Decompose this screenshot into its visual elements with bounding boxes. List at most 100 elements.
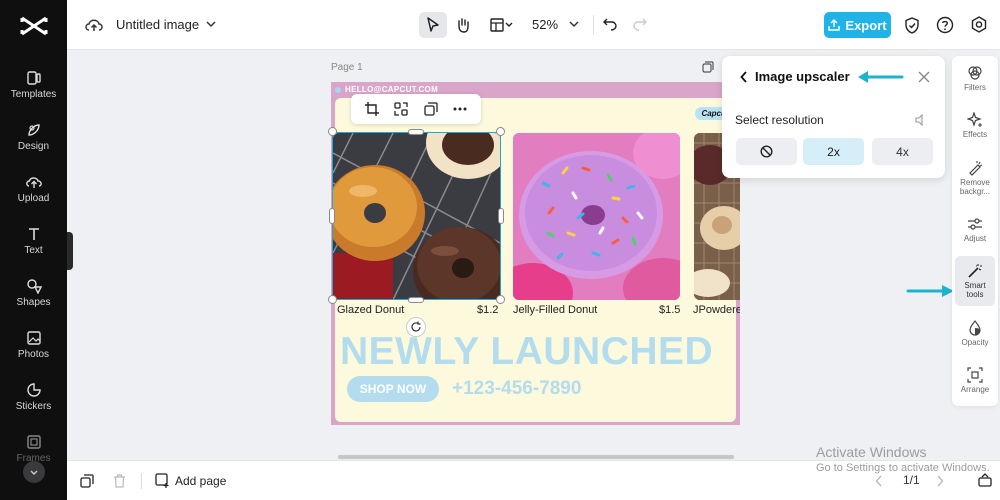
jelly-donut-photo[interactable] (513, 133, 680, 300)
smart-tools-tool[interactable]: Smart tools (955, 256, 995, 306)
sidebar-item-shapes[interactable]: Shapes (0, 278, 67, 326)
next-page-icon[interactable] (936, 475, 944, 487)
windows-activation-text: Go to Settings to activate Windows. (816, 462, 990, 474)
cloud-save-icon[interactable] (84, 16, 104, 34)
resolution-label: Select resolution (735, 113, 824, 127)
sidebar-item-design[interactable]: Design (0, 122, 67, 170)
email-text[interactable]: HELLO@CAPCUT.COM (345, 85, 438, 94)
add-page-button[interactable]: Add page (155, 473, 226, 488)
sidebar-item-text[interactable]: Text (0, 226, 67, 274)
right-toolbar: Filters Effects Remove backgr... Adjust … (952, 56, 998, 406)
sidebar-item-photos[interactable]: Photos (0, 330, 67, 378)
annotation-arrow-right-icon (906, 285, 954, 297)
page-counter: 1/1 (903, 473, 920, 487)
undo-icon[interactable] (603, 17, 617, 31)
help-icon[interactable] (936, 16, 954, 34)
product-name[interactable]: JPowdere (693, 304, 740, 316)
resize-handle[interactable] (328, 295, 337, 304)
resolution-none-button[interactable] (736, 138, 797, 165)
selection-box[interactable] (332, 132, 501, 300)
layout-tool-button[interactable] (485, 12, 519, 38)
tool-label: Effects (962, 130, 988, 139)
remove-background-tool[interactable]: Remove backgr... (955, 160, 995, 196)
effects-icon (967, 112, 982, 127)
floating-image-toolbar (351, 94, 481, 124)
expand-pages-icon[interactable] (978, 473, 992, 487)
tool-label: Filters (964, 83, 986, 92)
resize-handle[interactable] (498, 208, 504, 224)
image-upscaler-panel: Image upscaler Select resolution 2x 4x (722, 56, 945, 178)
resize-handle[interactable] (408, 297, 424, 303)
shapes-icon (26, 279, 42, 294)
close-icon[interactable] (918, 71, 930, 83)
effects-tool[interactable]: Effects (955, 112, 995, 139)
resize-handle[interactable] (328, 127, 337, 136)
resize-handle[interactable] (496, 127, 505, 136)
crop-icon[interactable] (364, 102, 379, 116)
product-name[interactable]: Glazed Donut (337, 304, 404, 316)
rotate-icon (411, 321, 421, 332)
previous-page-icon[interactable] (875, 475, 883, 487)
resize-handle[interactable] (329, 208, 335, 224)
add-page-icon (155, 473, 169, 488)
more-options-icon[interactable] (453, 107, 467, 111)
templates-icon (26, 71, 41, 85)
tool-label: Smart tools (964, 281, 986, 299)
layers-icon[interactable] (80, 474, 94, 488)
document-title[interactable]: Untitled image (116, 17, 199, 32)
zoom-level[interactable]: 52% (532, 17, 558, 32)
chevron-down-icon[interactable] (569, 20, 579, 28)
sidebar-item-stickers[interactable]: Stickers (0, 382, 67, 430)
product-price[interactable]: $1.5 (659, 304, 680, 316)
arrange-tool[interactable]: Arrange (955, 367, 995, 394)
sidebar-item-label: Text (24, 245, 43, 256)
none-icon (760, 145, 773, 158)
divider (593, 15, 594, 35)
product-price[interactable]: $1.2 (477, 304, 498, 316)
redo-icon[interactable] (633, 17, 647, 31)
sidebar-item-label: Design (17, 141, 50, 152)
select-tool-button[interactable] (419, 12, 447, 38)
resize-handle[interactable] (408, 129, 424, 135)
shield-icon[interactable] (904, 17, 920, 34)
replace-image-icon[interactable] (394, 102, 408, 116)
product-name[interactable]: Jelly-Filled Donut (513, 304, 597, 316)
chevron-down-icon[interactable] (206, 20, 216, 28)
add-page-label: Add page (175, 473, 227, 488)
resolution-2x-button[interactable]: 2x (803, 138, 864, 165)
sound-icon[interactable] (915, 114, 927, 126)
duplicate-page-icon[interactable] (702, 61, 714, 73)
filters-icon (968, 66, 982, 80)
back-chevron-icon[interactable] (740, 71, 748, 83)
export-icon (828, 19, 841, 31)
horizontal-scrollbar[interactable] (338, 455, 734, 459)
chevron-down-icon (30, 470, 38, 475)
duplicate-icon[interactable] (424, 102, 438, 116)
profile-menu-button[interactable] (23, 461, 45, 483)
frames-icon (26, 435, 41, 449)
filters-tool[interactable]: Filters (955, 65, 995, 92)
sidebar-item-label: Stickers (15, 401, 52, 412)
decorative-dot (335, 87, 341, 93)
sidebar-item-upload[interactable]: Upload (0, 174, 67, 222)
shop-now-button[interactable]: SHOP NOW (347, 376, 439, 402)
design-icon (27, 124, 40, 136)
trash-icon[interactable] (113, 474, 126, 488)
sidebar-collapse-handle[interactable] (67, 232, 73, 270)
headline-text[interactable]: NEWLY LAUNCHED (340, 330, 713, 374)
arrange-icon (967, 367, 983, 383)
resolution-4x-button[interactable]: 4x (872, 138, 933, 165)
phone-text[interactable]: +123-456-7890 (452, 376, 581, 402)
capcut-logo-icon[interactable] (18, 12, 50, 40)
adjust-tool[interactable]: Adjust (955, 216, 995, 243)
opacity-tool[interactable]: Opacity (955, 320, 995, 347)
settings-gear-icon[interactable] (970, 16, 988, 34)
sidebar-item-templates[interactable]: Templates (0, 70, 67, 118)
hand-tool-button[interactable] (449, 12, 477, 38)
resize-handle[interactable] (496, 295, 505, 304)
cursor-icon (427, 17, 439, 32)
layout-icon (490, 18, 513, 32)
export-button[interactable]: Export (824, 12, 891, 38)
rotate-handle[interactable] (406, 317, 426, 337)
topbar: Untitled image 52% Export (67, 0, 1000, 50)
